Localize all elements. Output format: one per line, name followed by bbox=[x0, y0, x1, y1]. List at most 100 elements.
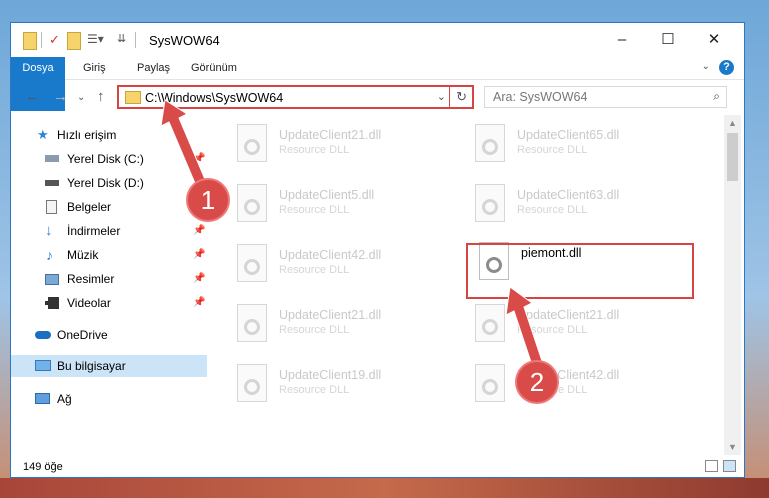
search-input[interactable]: Ara: SysWOW64 ⌕ bbox=[484, 86, 727, 108]
videos-icon bbox=[45, 297, 59, 309]
close-button[interactable]: ✕ bbox=[692, 27, 736, 53]
sidebar-item-pictures[interactable]: Resimler 📌 bbox=[11, 268, 207, 290]
star-icon: ★ bbox=[37, 127, 49, 142]
file-item[interactable]: UpdateClient21.dll Resource DLL bbox=[235, 300, 465, 354]
dll-file-icon bbox=[237, 184, 267, 222]
divider bbox=[135, 32, 136, 48]
ribbon-tabs: Dosya Giriş Paylaş Görünüm ⌄ ? bbox=[11, 57, 744, 111]
file-item[interactable]: UpdateClient19.dll Resource DLL bbox=[235, 360, 465, 414]
file-name: UpdateClient21.dll bbox=[279, 308, 382, 322]
sidebar-item-network[interactable]: Ağ bbox=[11, 388, 207, 410]
file-item[interactable]: UpdateClient63.dll Resource DLL bbox=[473, 180, 703, 234]
pin-icon[interactable]: 📌 bbox=[193, 244, 205, 266]
sidebar-item-label: Yerel Disk (C:) bbox=[67, 152, 144, 166]
new-folder-icon[interactable] bbox=[67, 32, 81, 50]
back-arrow-icon[interactable]: ← bbox=[25, 88, 40, 105]
sidebar-item-label: Müzik bbox=[67, 248, 99, 262]
customize-toolbar-icon[interactable]: ☰▾ bbox=[87, 32, 104, 48]
sidebar-item-label: Bu bilgisayar bbox=[57, 359, 126, 373]
navigation-bar: ← → ⌄ ↑ C:\Windows\SysWOW64 ⌄ ↻ Ara: Sys… bbox=[11, 80, 744, 114]
sidebar-item-videos[interactable]: Videolar 📌 bbox=[11, 292, 207, 314]
sidebar-item-onedrive[interactable]: OneDrive bbox=[11, 324, 207, 346]
scroll-up-icon[interactable]: ▲ bbox=[728, 118, 737, 128]
file-type: Resource DLL bbox=[517, 144, 588, 156]
sidebar-item-label: Resimler bbox=[67, 272, 115, 286]
network-icon bbox=[35, 393, 50, 404]
file-type: Resource DLL bbox=[279, 384, 350, 396]
pictures-icon bbox=[45, 274, 59, 285]
dll-file-icon bbox=[237, 244, 267, 282]
divider bbox=[449, 87, 450, 107]
folder-icon bbox=[23, 32, 37, 50]
dll-file-icon bbox=[237, 364, 267, 402]
properties-icon[interactable]: ✓ bbox=[49, 32, 60, 48]
dll-file-icon bbox=[475, 124, 505, 162]
file-item[interactable]: UpdateClient65.dll Resource DLL bbox=[473, 120, 703, 174]
sidebar-item-label: Videolar bbox=[67, 296, 111, 310]
vertical-scrollbar[interactable]: ▲ ▼ bbox=[724, 115, 741, 455]
tab-view[interactable]: Görünüm bbox=[181, 57, 247, 79]
details-view-icon[interactable] bbox=[705, 460, 718, 472]
file-item[interactable]: UpdateClient21.dll Resource DLL bbox=[235, 120, 465, 174]
address-dropdown-icon[interactable]: ⌄ bbox=[437, 90, 446, 103]
sidebar-item-downloads[interactable]: ↓ İndirmeler 📌 bbox=[11, 220, 207, 242]
arrow-icon bbox=[505, 286, 543, 366]
expand-ribbon-icon[interactable]: ⌄ bbox=[702, 61, 710, 72]
minimize-button[interactable]: – bbox=[600, 27, 644, 53]
dll-file-icon bbox=[237, 304, 267, 342]
sidebar-item-label: OneDrive bbox=[57, 328, 108, 342]
drive-icon bbox=[45, 180, 59, 186]
window-title: SysWOW64 bbox=[149, 33, 220, 48]
dll-file-icon bbox=[475, 184, 505, 222]
pin-icon[interactable]: 📌 bbox=[193, 292, 205, 314]
explorer-window: ✓ ☰▾ ⇊ SysWOW64 – ☐ ✕ Dosya Giriş Paylaş… bbox=[10, 22, 745, 478]
scrollbar-thumb[interactable] bbox=[727, 133, 738, 181]
file-type: Resource DLL bbox=[279, 144, 350, 156]
help-icon[interactable]: ? bbox=[719, 60, 734, 75]
pin-icon[interactable]: 📌 bbox=[193, 268, 205, 290]
scroll-down-icon[interactable]: ▼ bbox=[728, 442, 737, 452]
sidebar-item-label: Belgeler bbox=[67, 200, 112, 214]
tab-home[interactable]: Giriş bbox=[73, 57, 116, 79]
forward-arrow-icon[interactable]: → bbox=[53, 88, 68, 105]
quick-access-dropdown-icon[interactable]: ⇊ bbox=[117, 32, 126, 48]
file-name: UpdateClient5.dll bbox=[279, 188, 375, 202]
documents-icon bbox=[46, 200, 57, 214]
recent-locations-icon[interactable]: ⌄ bbox=[77, 92, 85, 103]
pin-icon[interactable]: 📌 bbox=[193, 220, 205, 242]
drive-icon bbox=[45, 155, 59, 162]
tab-share[interactable]: Paylaş bbox=[127, 57, 180, 79]
file-name: UpdateClient42.dll bbox=[279, 248, 382, 262]
file-name: UpdateClient63.dll bbox=[517, 188, 620, 202]
download-icon: ↓ bbox=[45, 222, 53, 239]
step-badge-1: 1 bbox=[188, 180, 228, 220]
sidebar-item-label: Ağ bbox=[57, 392, 72, 406]
file-type: Resource DLL bbox=[279, 264, 350, 276]
sidebar-item-label: Yerel Disk (D:) bbox=[67, 176, 144, 190]
cloud-icon bbox=[35, 331, 51, 339]
status-bar: 149 öğe bbox=[11, 457, 744, 477]
sidebar-item-documents[interactable]: Belgeler 📌 bbox=[11, 196, 207, 218]
file-item[interactable]: UpdateClient5.dll Resource DLL bbox=[235, 180, 465, 234]
sidebar-item-label: İndirmeler bbox=[67, 224, 121, 238]
file-item[interactable]: UpdateClient42.dll Resource DLL bbox=[235, 240, 465, 294]
file-type: Resource DLL bbox=[517, 204, 588, 216]
search-placeholder: Ara: SysWOW64 bbox=[493, 90, 588, 104]
folder-icon bbox=[125, 91, 141, 104]
file-type: Resource DLL bbox=[279, 324, 350, 336]
refresh-icon[interactable]: ↻ bbox=[456, 89, 467, 105]
file-name: UpdateClient19.dll bbox=[279, 368, 382, 382]
maximize-button[interactable]: ☐ bbox=[646, 27, 690, 53]
large-icons-view-icon[interactable] bbox=[723, 460, 736, 472]
up-arrow-icon[interactable]: ↑ bbox=[97, 88, 105, 105]
sidebar-item-this-pc[interactable]: Bu bilgisayar bbox=[11, 355, 207, 377]
file-name: UpdateClient21.dll bbox=[279, 128, 382, 142]
search-icon: ⌕ bbox=[713, 89, 720, 103]
title-bar: ✓ ☰▾ ⇊ SysWOW64 – ☐ ✕ bbox=[11, 23, 744, 57]
sidebar-item-music[interactable]: ♪ Müzik 📌 bbox=[11, 244, 207, 266]
sidebar-item-label: Hızlı erişim bbox=[57, 128, 117, 142]
computer-icon bbox=[35, 360, 51, 371]
dll-file-icon bbox=[237, 124, 267, 162]
desktop-background bbox=[0, 478, 769, 498]
step-badge-2: 2 bbox=[517, 362, 557, 402]
